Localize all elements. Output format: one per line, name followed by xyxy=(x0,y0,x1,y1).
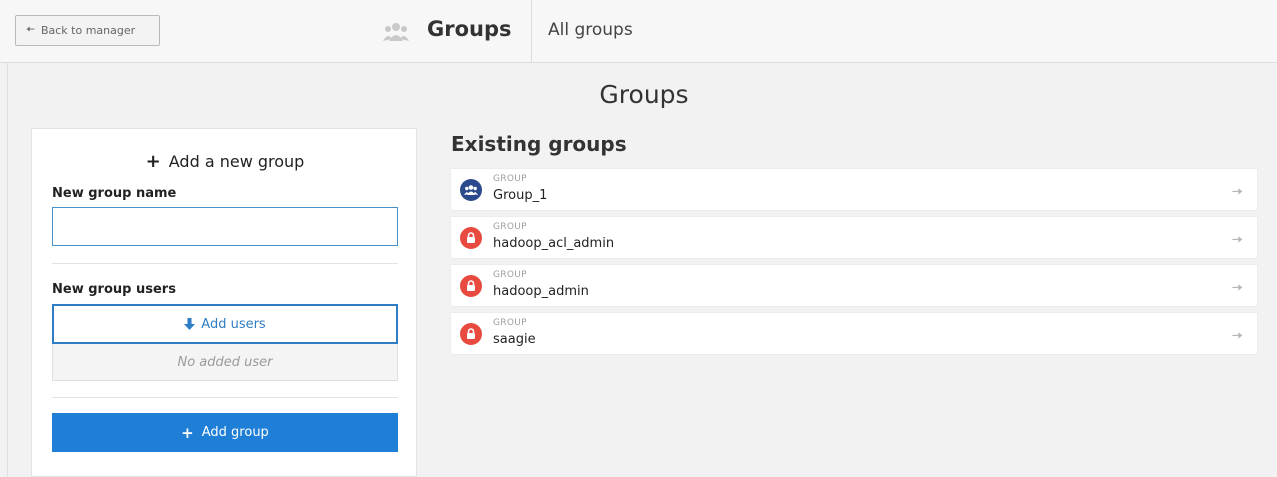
add-group-heading: + Add a new group xyxy=(32,151,418,172)
new-group-name-input[interactable] xyxy=(52,207,398,246)
group-row[interactable]: GROUP saagie 🠦 xyxy=(450,312,1258,355)
group-name: hadoop_acl_admin xyxy=(493,236,615,251)
new-group-name-label: New group name xyxy=(52,186,177,201)
group-name: Group_1 xyxy=(493,188,548,203)
users-icon xyxy=(460,179,482,201)
add-group-button[interactable]: + Add group xyxy=(52,413,398,452)
section-title: Groups xyxy=(427,17,512,41)
add-group-heading-text: Add a new group xyxy=(168,152,305,171)
group-kicker: GROUP xyxy=(493,270,527,280)
back-to-manager-label: Back to manager xyxy=(40,24,136,37)
group-name: saagie xyxy=(493,332,536,347)
divider xyxy=(52,263,398,264)
group-list: GROUP Group_1 🠦 GROUP hadoop_acl_admin 🠦… xyxy=(450,168,1258,360)
page-title: Groups xyxy=(599,80,689,109)
group-kicker: GROUP xyxy=(493,174,527,184)
arrow-left-icon: 🠤 xyxy=(26,23,35,36)
header-divider xyxy=(531,0,532,63)
breadcrumb-all-groups[interactable]: All groups xyxy=(548,20,633,40)
group-name: hadoop_admin xyxy=(493,284,589,299)
arrow-down-icon xyxy=(184,318,196,330)
lock-icon xyxy=(460,275,482,297)
no-added-user-text: No added user xyxy=(177,354,273,370)
top-bar: 🠤 Back to manager Groups All groups xyxy=(0,0,1277,63)
group-kicker: GROUP xyxy=(493,222,527,232)
back-to-manager-button[interactable]: 🠤 Back to manager xyxy=(15,15,160,46)
add-users-button[interactable]: Add users xyxy=(52,304,398,344)
existing-groups-title: Existing groups xyxy=(451,132,627,156)
lock-icon xyxy=(460,323,482,345)
left-edge-strip xyxy=(0,63,8,477)
arrow-right-icon: 🠦 xyxy=(1231,232,1243,248)
group-row[interactable]: GROUP hadoop_admin 🠦 xyxy=(450,264,1258,307)
add-users-label: Add users xyxy=(201,316,266,332)
add-group-card: + Add a new group New group name New grou… xyxy=(31,128,417,477)
group-kicker: GROUP xyxy=(493,318,527,328)
group-row[interactable]: GROUP Group_1 🠦 xyxy=(450,168,1258,211)
add-group-label: Add group xyxy=(201,425,269,440)
arrow-right-icon: 🠦 xyxy=(1231,280,1243,296)
group-row[interactable]: GROUP hadoop_acl_admin 🠦 xyxy=(450,216,1258,259)
arrow-right-icon: 🠦 xyxy=(1231,328,1243,344)
divider xyxy=(52,397,398,398)
arrow-right-icon: 🠦 xyxy=(1231,184,1243,200)
users-icon xyxy=(383,23,409,41)
lock-icon xyxy=(460,227,482,249)
new-group-users-label: New group users xyxy=(52,282,176,297)
added-users-list: No added user xyxy=(52,344,398,381)
plus-icon: + xyxy=(181,423,194,442)
plus-icon: + xyxy=(145,151,161,172)
